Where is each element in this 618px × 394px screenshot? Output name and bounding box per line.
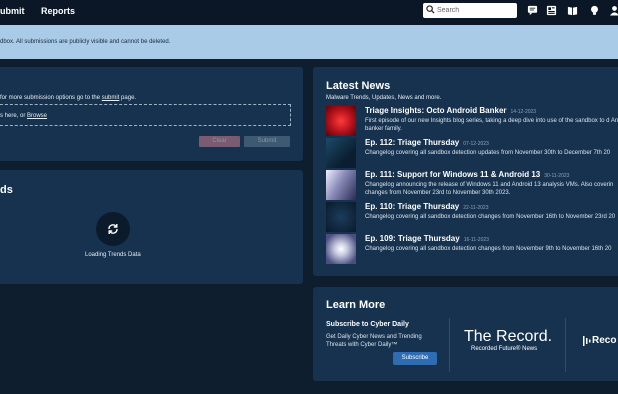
news-date: 16-11-2023 (463, 237, 489, 243)
recorded-future-brand: Reco (592, 335, 617, 346)
news-item[interactable]: Ep. 112: Triage Thursday 07-12-2023 Chang… (326, 138, 618, 170)
the-record-logo[interactable]: The Record. Recorded Future® News (464, 328, 552, 352)
banner-text: dbox. All submissions are publicly visib… (0, 39, 171, 45)
refresh-icon (108, 224, 118, 234)
submit-button[interactable]: Submit (244, 136, 290, 147)
lightbulb-icon[interactable] (589, 5, 600, 16)
news-title-text: Ep. 110: Triage Thursday (365, 202, 460, 211)
chat-icon[interactable] (527, 5, 538, 16)
search-input[interactable] (437, 4, 513, 16)
learn-heading: Learn More (326, 299, 386, 311)
news-desc: First episode of our new Insights blog s… (365, 118, 618, 132)
news-title: Ep. 110: Triage Thursday 22-11-2023 (365, 202, 488, 211)
news-desc: Changelog announcing the release of Wind… (365, 182, 614, 196)
dashboard-icon[interactable] (546, 5, 557, 16)
news-thumbnail (326, 202, 356, 232)
news-heading: Latest News (326, 80, 391, 92)
news-title: Triage Insights: Octo Android Banker 14-1… (365, 106, 536, 115)
docs-icon[interactable] (567, 5, 578, 16)
news-thumbnail (326, 234, 356, 264)
news-title-text: Triage Insights: Octo Android Banker (365, 106, 507, 115)
news-item[interactable]: Triage Insights: Octo Android Banker 14-1… (326, 106, 618, 138)
top-nav: ubmit Reports (0, 0, 618, 25)
news-title-text: Ep. 111: Support for Windows 11 & Androi… (365, 170, 541, 179)
divider (565, 318, 566, 372)
news-thumbnail (326, 138, 356, 168)
news-item[interactable]: Ep. 109: Triage Thursday 16-11-2023 Chang… (326, 234, 618, 266)
search-box[interactable] (423, 3, 517, 18)
loading-trends-text: Loading Trends Data (85, 252, 141, 258)
news-title-text: Ep. 112: Triage Thursday (365, 138, 460, 147)
news-desc: Changelog covering all sandbox detection… (365, 150, 611, 156)
search-icon (426, 5, 435, 14)
news-thumbnail (326, 106, 356, 136)
submit-hint-suffix: page. (119, 95, 137, 101)
trends-panel (0, 170, 303, 284)
submit-hint: for more submission options go to the su… (0, 95, 136, 101)
subscribe-button[interactable]: Subscribe (393, 352, 437, 365)
cyber-daily-desc: Get Daily Cyber News and Trending Threat… (326, 334, 422, 348)
user-icon[interactable] (609, 5, 618, 16)
dropzone-label: s here, or (0, 113, 28, 119)
loading-spinner (96, 212, 130, 246)
news-thumbnail (326, 170, 356, 200)
news-item[interactable]: Ep. 111: Support for Windows 11 & Androi… (326, 170, 618, 202)
news-item[interactable]: Ep. 110: Triage Thursday 22-11-2023 Chang… (326, 202, 618, 234)
cyber-daily-heading: Subscribe to Cyber Daily (326, 321, 409, 328)
record-title: The Record. (464, 328, 553, 345)
nav-reports-link[interactable]: Reports (41, 6, 75, 16)
news-title-text: Ep. 109: Triage Thursday (365, 234, 460, 243)
public-notice-banner: dbox. All submissions are publicly visib… (0, 25, 618, 59)
nav-submit-link[interactable]: ubmit (0, 6, 25, 16)
news-desc: Changelog covering all sandbox detection… (365, 214, 616, 220)
record-subtitle: Recorded Future® News (471, 346, 538, 352)
recorded-future-logo-icon (583, 336, 591, 346)
news-subtitle: Malware Trends, Updates, News and more. (326, 95, 442, 101)
news-title: Ep. 111: Support for Windows 11 & Androi… (365, 170, 569, 179)
news-date: 07-12-2023 (463, 141, 489, 147)
trends-heading: ds (0, 184, 13, 196)
clear-button[interactable]: Clear (199, 136, 240, 147)
submit-page-link[interactable]: submit (102, 95, 120, 101)
news-date: 30-11-2023 (544, 173, 570, 179)
divider (449, 318, 450, 372)
news-title: Ep. 112: Triage Thursday 07-12-2023 (365, 138, 489, 147)
dropzone-text: s here, or Browse (0, 113, 47, 119)
news-desc: Changelog covering all sandbox detection… (365, 246, 612, 252)
news-date: 22-11-2023 (463, 205, 489, 211)
browse-link[interactable]: Browse (27, 113, 47, 119)
news-title: Ep. 109: Triage Thursday 16-11-2023 (365, 234, 489, 243)
news-date: 14-12-2023 (510, 109, 537, 115)
submit-hint-text: for more submission options go to the (0, 95, 102, 101)
